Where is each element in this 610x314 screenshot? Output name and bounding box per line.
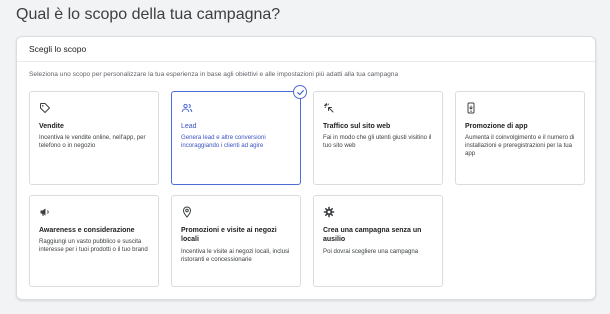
page-title: Qual è lo scopo della tua campagna?	[16, 6, 281, 23]
tag-icon	[40, 103, 50, 113]
goal-card-traffico[interactable]: Traffico sul sito web Fai in modo che gl…	[313, 91, 443, 185]
mobile-app-icon	[467, 102, 475, 114]
goal-title: Promozione di app	[465, 123, 528, 130]
goal-card-lead[interactable]: Lead Genera lead e altre conversioni inc…	[171, 85, 307, 185]
panel-header: Scegli lo scopo	[17, 37, 595, 62]
goal-description: Genera lead e altre conversioni incoragg…	[181, 134, 266, 150]
goal-card-vendite[interactable]: Vendite Incentiva le vendite online, nel…	[29, 91, 159, 185]
cursor-click-icon	[324, 103, 334, 113]
goal-title: Vendite	[39, 123, 64, 130]
goal-card-promozione-app[interactable]: Promozione di app Aumenta il coinvolgime…	[455, 91, 585, 185]
goal-title: Promozioni e visite ai negozi locali	[181, 227, 277, 243]
goal-card-senza-ausilio[interactable]: Crea una campagna senza un ausilio Poi d…	[313, 195, 443, 287]
goal-description: Aumenta il coinvolgimento e il numero di…	[465, 134, 575, 158]
goal-description: Poi dovrai scegliere una campagna	[323, 248, 419, 255]
megaphone-icon	[40, 208, 49, 216]
goal-description: Incentiva le visite ai negozi locali, in…	[181, 248, 290, 264]
selected-check-icon	[293, 85, 307, 99]
goal-title: Traffico sul sito web	[323, 123, 391, 130]
goal-description: Raggiungi un vasto pubblico e suscita in…	[39, 238, 148, 254]
goal-card-awareness[interactable]: Awareness e considerazione Raggiungi un …	[29, 195, 159, 287]
gear-icon	[323, 206, 335, 218]
goal-title: Lead	[181, 123, 197, 130]
goal-description: Fai in modo che gli utenti giusti visiti…	[323, 134, 432, 150]
goal-title: Crea una campagna senza un ausilio	[323, 227, 422, 243]
people-icon	[181, 103, 193, 113]
goal-card-promozioni-negozi[interactable]: Promozioni e visite ai negozi locali Inc…	[171, 195, 301, 287]
goal-description: Incentiva le vendite online, nell'app, p…	[39, 134, 146, 150]
panel-description: Seleziona uno scopo per personalizzare l…	[29, 71, 399, 78]
goal-title: Awareness e considerazione	[39, 227, 135, 234]
location-pin-icon	[182, 206, 192, 218]
goal-panel: Scegli lo scopo Seleziona uno scopo per …	[16, 36, 596, 300]
